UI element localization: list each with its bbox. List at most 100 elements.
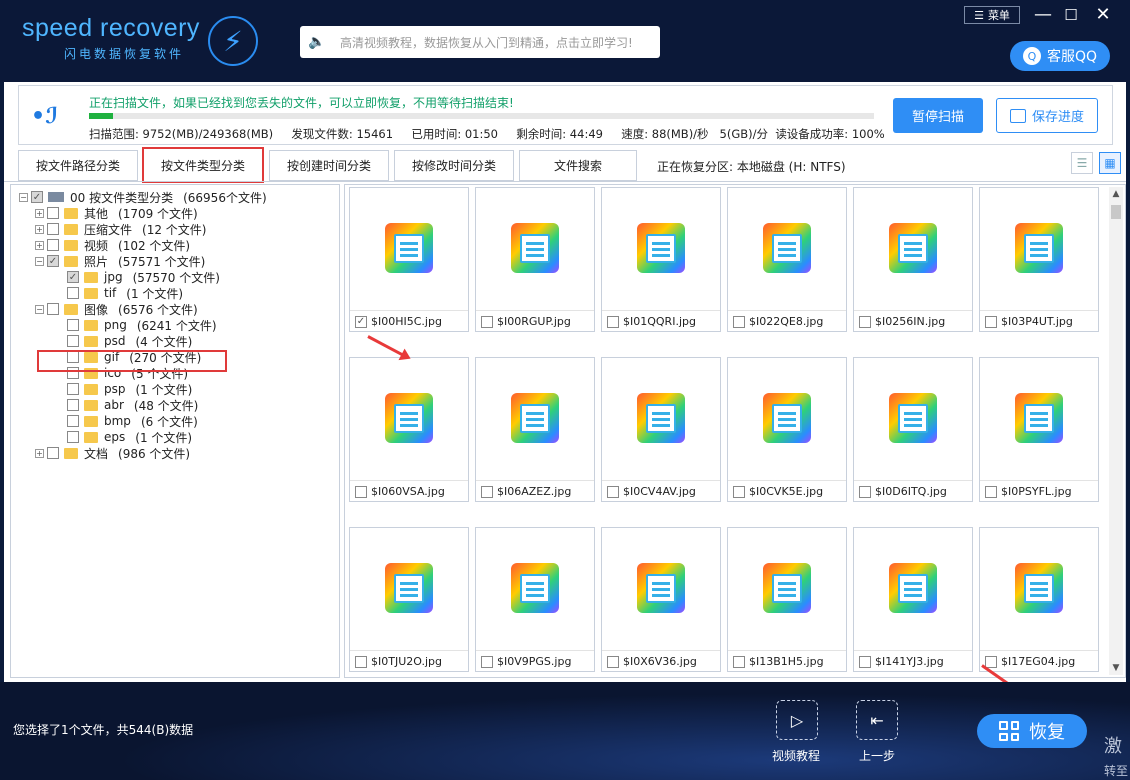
tree-item[interactable]: png (6241 个文件) [67, 317, 217, 333]
tree-checkbox[interactable] [47, 303, 59, 315]
expand-icon[interactable]: + [35, 208, 44, 218]
file-thumbnail[interactable] [854, 358, 972, 478]
file-thumbnail[interactable] [602, 188, 720, 308]
tree-item[interactable]: + 压缩文件 (12 个文件) [35, 221, 206, 237]
file-thumbnail[interactable] [980, 528, 1098, 648]
tree-checkbox[interactable] [67, 383, 79, 395]
file-thumbnail[interactable] [476, 358, 594, 478]
tree-item[interactable]: − 图像 (6576 个文件) [35, 301, 198, 317]
expand-icon[interactable]: + [35, 448, 44, 458]
file-thumbnail[interactable] [350, 358, 468, 478]
file-card[interactable]: ✓ $I00HI5C.jpg [349, 187, 469, 332]
tree-item[interactable]: − ✓ 照片 (57571 个文件) [35, 253, 205, 269]
tree-checkbox[interactable] [47, 223, 59, 235]
expand-icon[interactable]: + [35, 240, 44, 250]
save-progress-button[interactable]: 保存进度 [996, 98, 1098, 133]
file-card[interactable]: $I0CVK5E.jpg [727, 357, 847, 502]
close-icon[interactable]: ✕ [1092, 4, 1114, 26]
tree-checkbox[interactable] [67, 399, 79, 411]
tree-item[interactable]: abr (48 个文件) [67, 397, 198, 413]
tutorial-banner[interactable]: 🔈 高清视频教程，数据恢复从入门到精通，点击立即学习! [300, 26, 660, 58]
file-thumbnail[interactable] [854, 528, 972, 648]
tree-checkbox[interactable] [47, 207, 59, 219]
minimize-icon[interactable]: — [1032, 4, 1054, 26]
pause-scan-button[interactable]: 暂停扫描 [893, 98, 983, 133]
tree-checkbox[interactable]: ✓ [67, 271, 79, 283]
file-card[interactable]: $I00RGUP.jpg [475, 187, 595, 332]
file-thumbnail[interactable] [728, 528, 846, 648]
tree-item[interactable]: + 视频 (102 个文件) [35, 237, 190, 253]
file-thumbnail[interactable] [854, 188, 972, 308]
file-checkbox[interactable] [607, 655, 619, 668]
file-checkbox[interactable] [355, 655, 367, 668]
file-card[interactable]: $I141YJ3.jpg [853, 527, 973, 672]
file-card[interactable]: $I06AZEZ.jpg [475, 357, 595, 502]
file-card[interactable]: $I0PSYFL.jpg [979, 357, 1099, 502]
file-card[interactable]: $I0256IN.jpg [853, 187, 973, 332]
file-thumbnail[interactable] [980, 358, 1098, 478]
file-card[interactable]: $I060VSA.jpg [349, 357, 469, 502]
collapse-icon[interactable]: − [35, 304, 44, 314]
tree-item[interactable]: eps (1 个文件) [67, 429, 192, 445]
file-card[interactable]: $I0D6ITQ.jpg [853, 357, 973, 502]
file-checkbox[interactable] [733, 485, 745, 498]
tree-checkbox[interactable] [67, 431, 79, 443]
recover-button[interactable]: 恢复 [977, 714, 1087, 748]
file-thumbnail[interactable] [728, 188, 846, 308]
tree-checkbox[interactable] [47, 239, 59, 251]
grid-scrollbar[interactable]: ▲ ▼ [1109, 187, 1123, 675]
scroll-up-icon[interactable]: ▲ [1109, 187, 1123, 201]
scroll-down-icon[interactable]: ▼ [1109, 661, 1123, 675]
tree-item[interactable]: bmp (6 个文件) [67, 413, 198, 429]
tree-item[interactable]: + 其他 (1709 个文件) [35, 205, 198, 221]
tab-by-created[interactable]: 按创建时间分类 [269, 150, 389, 181]
file-checkbox[interactable] [607, 485, 619, 498]
expand-icon[interactable]: + [35, 224, 44, 234]
tab-by-modified[interactable]: 按修改时间分类 [394, 150, 514, 181]
tree-item[interactable]: + 文档 (986 个文件) [35, 445, 190, 461]
tree-checkbox[interactable] [67, 335, 79, 347]
qq-support-button[interactable]: Q 客服QQ [1010, 41, 1110, 71]
tree-item[interactable]: psp (1 个文件) [67, 381, 192, 397]
file-thumbnail[interactable] [350, 528, 468, 648]
tree-item[interactable]: psd (4 个文件) [67, 333, 192, 349]
file-thumbnail[interactable] [602, 358, 720, 478]
file-card[interactable]: $I0CV4AV.jpg [601, 357, 721, 502]
file-checkbox[interactable] [733, 315, 745, 328]
file-card[interactable]: $I03P4UT.jpg [979, 187, 1099, 332]
file-checkbox[interactable]: ✓ [355, 315, 367, 328]
file-checkbox[interactable] [481, 655, 493, 668]
tree-checkbox[interactable]: ✓ [31, 191, 43, 203]
file-checkbox[interactable] [985, 655, 997, 668]
file-checkbox[interactable] [733, 655, 745, 668]
tree-item[interactable]: ✓ jpg (57570 个文件) [67, 269, 220, 285]
maximize-icon[interactable]: ☐ [1060, 4, 1082, 26]
tree-item[interactable]: tif (1 个文件) [67, 285, 183, 301]
file-card[interactable]: $I022QE8.jpg [727, 187, 847, 332]
tree-checkbox[interactable] [47, 447, 59, 459]
scroll-thumb[interactable] [1111, 205, 1121, 219]
file-card[interactable]: $I0V9PGS.jpg [475, 527, 595, 672]
file-card[interactable]: $I13B1H5.jpg [727, 527, 847, 672]
file-checkbox[interactable] [859, 655, 871, 668]
collapse-icon[interactable]: − [19, 192, 28, 202]
file-thumbnail[interactable] [980, 188, 1098, 308]
file-card[interactable]: $I0X6V36.jpg [601, 527, 721, 672]
grid-view-icon[interactable]: ▦ [1099, 152, 1121, 174]
file-thumbnail[interactable] [476, 188, 594, 308]
tree-root[interactable]: − ✓ 00 按文件类型分类 (66956个文件) [19, 189, 267, 205]
back-button[interactable]: ⇤ [856, 700, 898, 740]
file-checkbox[interactable] [859, 315, 871, 328]
tree-checkbox[interactable]: ✓ [47, 255, 59, 267]
tab-by-type[interactable]: 按文件类型分类 [142, 147, 264, 183]
list-view-icon[interactable]: ☰ [1071, 152, 1093, 174]
video-tutorial-button[interactable]: ▷ [776, 700, 818, 740]
file-checkbox[interactable] [481, 485, 493, 498]
file-card[interactable]: $I01QQRI.jpg [601, 187, 721, 332]
file-checkbox[interactable] [985, 485, 997, 498]
collapse-icon[interactable]: − [35, 256, 44, 266]
file-card[interactable]: $I0TJU2O.jpg [349, 527, 469, 672]
file-thumbnail[interactable] [350, 188, 468, 308]
file-checkbox[interactable] [985, 315, 997, 328]
file-checkbox[interactable] [481, 315, 493, 328]
